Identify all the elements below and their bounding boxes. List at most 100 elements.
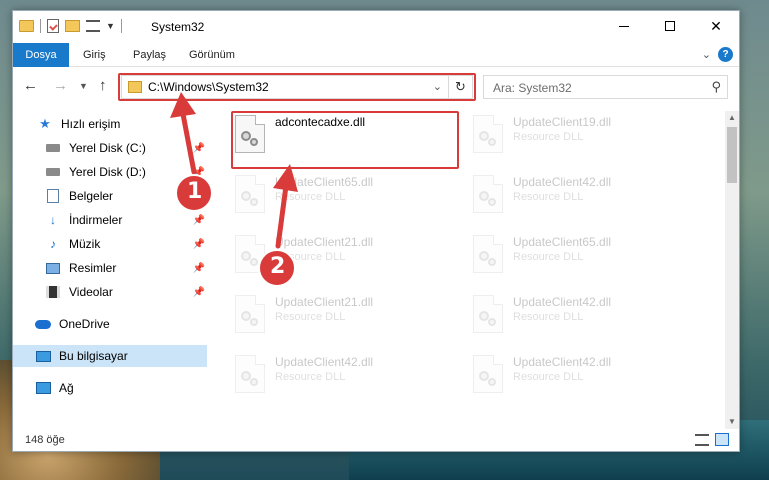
sidebar-item-this-pc[interactable]: Bu bilgisayar: [13, 345, 207, 367]
sidebar-item-label: Hızlı erişim: [61, 117, 121, 131]
toolbar-separator: [120, 19, 122, 33]
tab-view[interactable]: Görünüm: [189, 43, 235, 67]
sidebar-item-downloads[interactable]: ↓ İndirmeler 📌: [13, 209, 207, 231]
file-name: UpdateClient21.dll: [275, 235, 374, 249]
close-button[interactable]: ✕: [693, 11, 739, 41]
file-type: Resource DLL: [513, 191, 584, 203]
close-icon: ✕: [710, 17, 722, 34]
file-item[interactable]: UpdateClient21.dll Resource DLL: [223, 229, 445, 283]
chevron-down-icon[interactable]: ▼: [106, 21, 115, 31]
tab-file[interactable]: Dosya: [13, 43, 69, 67]
file-item[interactable]: UpdateClient42.dll Resource DLL: [461, 349, 683, 403]
sidebar-item-onedrive[interactable]: OneDrive: [13, 313, 207, 335]
dll-file-icon: [473, 115, 503, 153]
item-count: 148 öğe: [25, 434, 65, 446]
sidebar-item-network[interactable]: Ağ: [13, 377, 207, 399]
customize-toolbar-icon[interactable]: [86, 20, 100, 32]
videos-icon: [45, 285, 61, 299]
sidebar-item-label: OneDrive: [59, 317, 110, 331]
details-view-icon[interactable]: [695, 434, 709, 446]
sidebar-item-quick-access[interactable]: ★ Hızlı erişim: [13, 113, 207, 135]
sidebar-item-label: Yerel Disk (C:): [69, 141, 146, 155]
navigation-pane: ★ Hızlı erişim Yerel Disk (C:) 📌 Yerel D…: [13, 111, 207, 429]
pin-icon[interactable]: 📌: [193, 287, 205, 298]
help-icon[interactable]: ?: [718, 47, 733, 62]
pin-icon[interactable]: 📌: [193, 167, 205, 178]
expand-ribbon-icon[interactable]: ⌄: [702, 48, 711, 61]
file-item[interactable]: UpdateClient65.dll Resource DLL: [223, 169, 445, 223]
dll-file-icon: [473, 175, 503, 213]
large-icons-view-icon[interactable]: [715, 433, 729, 446]
scroll-up-icon[interactable]: ▲: [725, 111, 739, 125]
dll-file-icon: [235, 115, 265, 153]
dll-file-icon: [235, 175, 265, 213]
cloud-icon: [35, 317, 51, 331]
search-input[interactable]: Ara: System32: [493, 81, 572, 95]
toolbar-separator: [40, 19, 41, 33]
file-item[interactable]: UpdateClient65.dll Resource DLL: [461, 229, 683, 283]
sidebar-item-drive-d[interactable]: Yerel Disk (D:) 📌: [13, 161, 207, 183]
search-icon: ⚲: [711, 79, 721, 94]
file-name: UpdateClient19.dll: [513, 115, 612, 129]
search-box[interactable]: Ara: System32 ⚲: [483, 75, 728, 99]
explorer-window: ▼ System32 ✕ Dosya Giriş Paylaş Görünüm …: [12, 10, 740, 452]
sidebar-item-label: Müzik: [69, 237, 101, 251]
file-type: Resource DLL: [513, 251, 584, 263]
pictures-icon: [45, 261, 61, 275]
minimize-icon: [619, 25, 629, 27]
recent-locations-icon[interactable]: ▼: [79, 81, 88, 91]
scroll-down-icon[interactable]: ▼: [725, 415, 739, 429]
sidebar-item-label: Videolar: [69, 285, 113, 299]
sidebar-item-pictures[interactable]: Resimler 📌: [13, 257, 207, 279]
refresh-icon[interactable]: ↻: [448, 76, 472, 98]
network-icon: [35, 381, 51, 395]
file-item[interactable]: UpdateClient42.dll Resource DLL: [223, 349, 445, 403]
dll-file-icon: [473, 235, 503, 273]
title-bar: ▼ System32 ✕: [13, 11, 739, 43]
folder-icon: [19, 20, 34, 32]
dll-file-icon: [473, 295, 503, 333]
pin-icon[interactable]: 📌: [193, 263, 205, 274]
file-item[interactable]: UpdateClient21.dll Resource DLL: [223, 289, 445, 343]
back-arrow-icon[interactable]: ←: [23, 77, 38, 94]
chevron-down-icon[interactable]: ⌄: [433, 80, 442, 93]
file-item[interactable]: UpdateClient19.dll Resource DLL: [461, 109, 683, 163]
file-list: adcontecadxe.dll UpdateClient19.dll Reso…: [223, 109, 723, 429]
file-item[interactable]: adcontecadxe.dll: [223, 109, 445, 163]
up-arrow-icon[interactable]: ↑: [99, 77, 107, 94]
file-type: Resource DLL: [513, 131, 584, 143]
file-item[interactable]: UpdateClient42.dll Resource DLL: [461, 289, 683, 343]
sidebar-item-label: Yerel Disk (D:): [69, 165, 146, 179]
scrollbar-thumb[interactable]: [727, 127, 737, 183]
status-bar: 148 öğe: [13, 429, 739, 451]
address-path[interactable]: C:\Windows\System32: [148, 80, 269, 94]
tab-share[interactable]: Paylaş: [133, 43, 166, 67]
sidebar-item-label: İndirmeler: [69, 213, 123, 227]
drive-icon: [45, 165, 61, 179]
pin-icon[interactable]: 📌: [193, 239, 205, 250]
sidebar-item-drive-c[interactable]: Yerel Disk (C:) 📌: [13, 137, 207, 159]
tab-home[interactable]: Giriş: [83, 43, 106, 67]
maximize-button[interactable]: [647, 11, 693, 41]
new-folder-icon[interactable]: [65, 20, 80, 32]
forward-arrow-icon[interactable]: →: [53, 77, 68, 94]
pin-icon[interactable]: 📌: [193, 143, 205, 154]
sidebar-item-music[interactable]: ♪ Müzik 📌: [13, 233, 207, 255]
file-type: Resource DLL: [513, 311, 584, 323]
sidebar-item-documents[interactable]: Belgeler 📌: [13, 185, 207, 207]
sidebar-item-label: Ağ: [59, 381, 74, 395]
properties-icon[interactable]: [47, 19, 59, 33]
dll-file-icon: [235, 355, 265, 393]
dll-file-icon: [235, 235, 265, 273]
file-type: Resource DLL: [513, 371, 584, 383]
pin-icon[interactable]: 📌: [193, 215, 205, 226]
vertical-scrollbar[interactable]: ▲ ▼: [725, 111, 739, 429]
dll-file-icon: [235, 295, 265, 333]
minimize-button[interactable]: [601, 11, 647, 41]
sidebar-item-videos[interactable]: Videolar 📌: [13, 281, 207, 303]
address-bar[interactable]: C:\Windows\System32 ⌄ ↻: [121, 75, 473, 99]
dll-file-icon: [473, 355, 503, 393]
folder-icon: [128, 81, 142, 93]
file-item[interactable]: UpdateClient42.dll Resource DLL: [461, 169, 683, 223]
window-title: System32: [151, 20, 205, 34]
